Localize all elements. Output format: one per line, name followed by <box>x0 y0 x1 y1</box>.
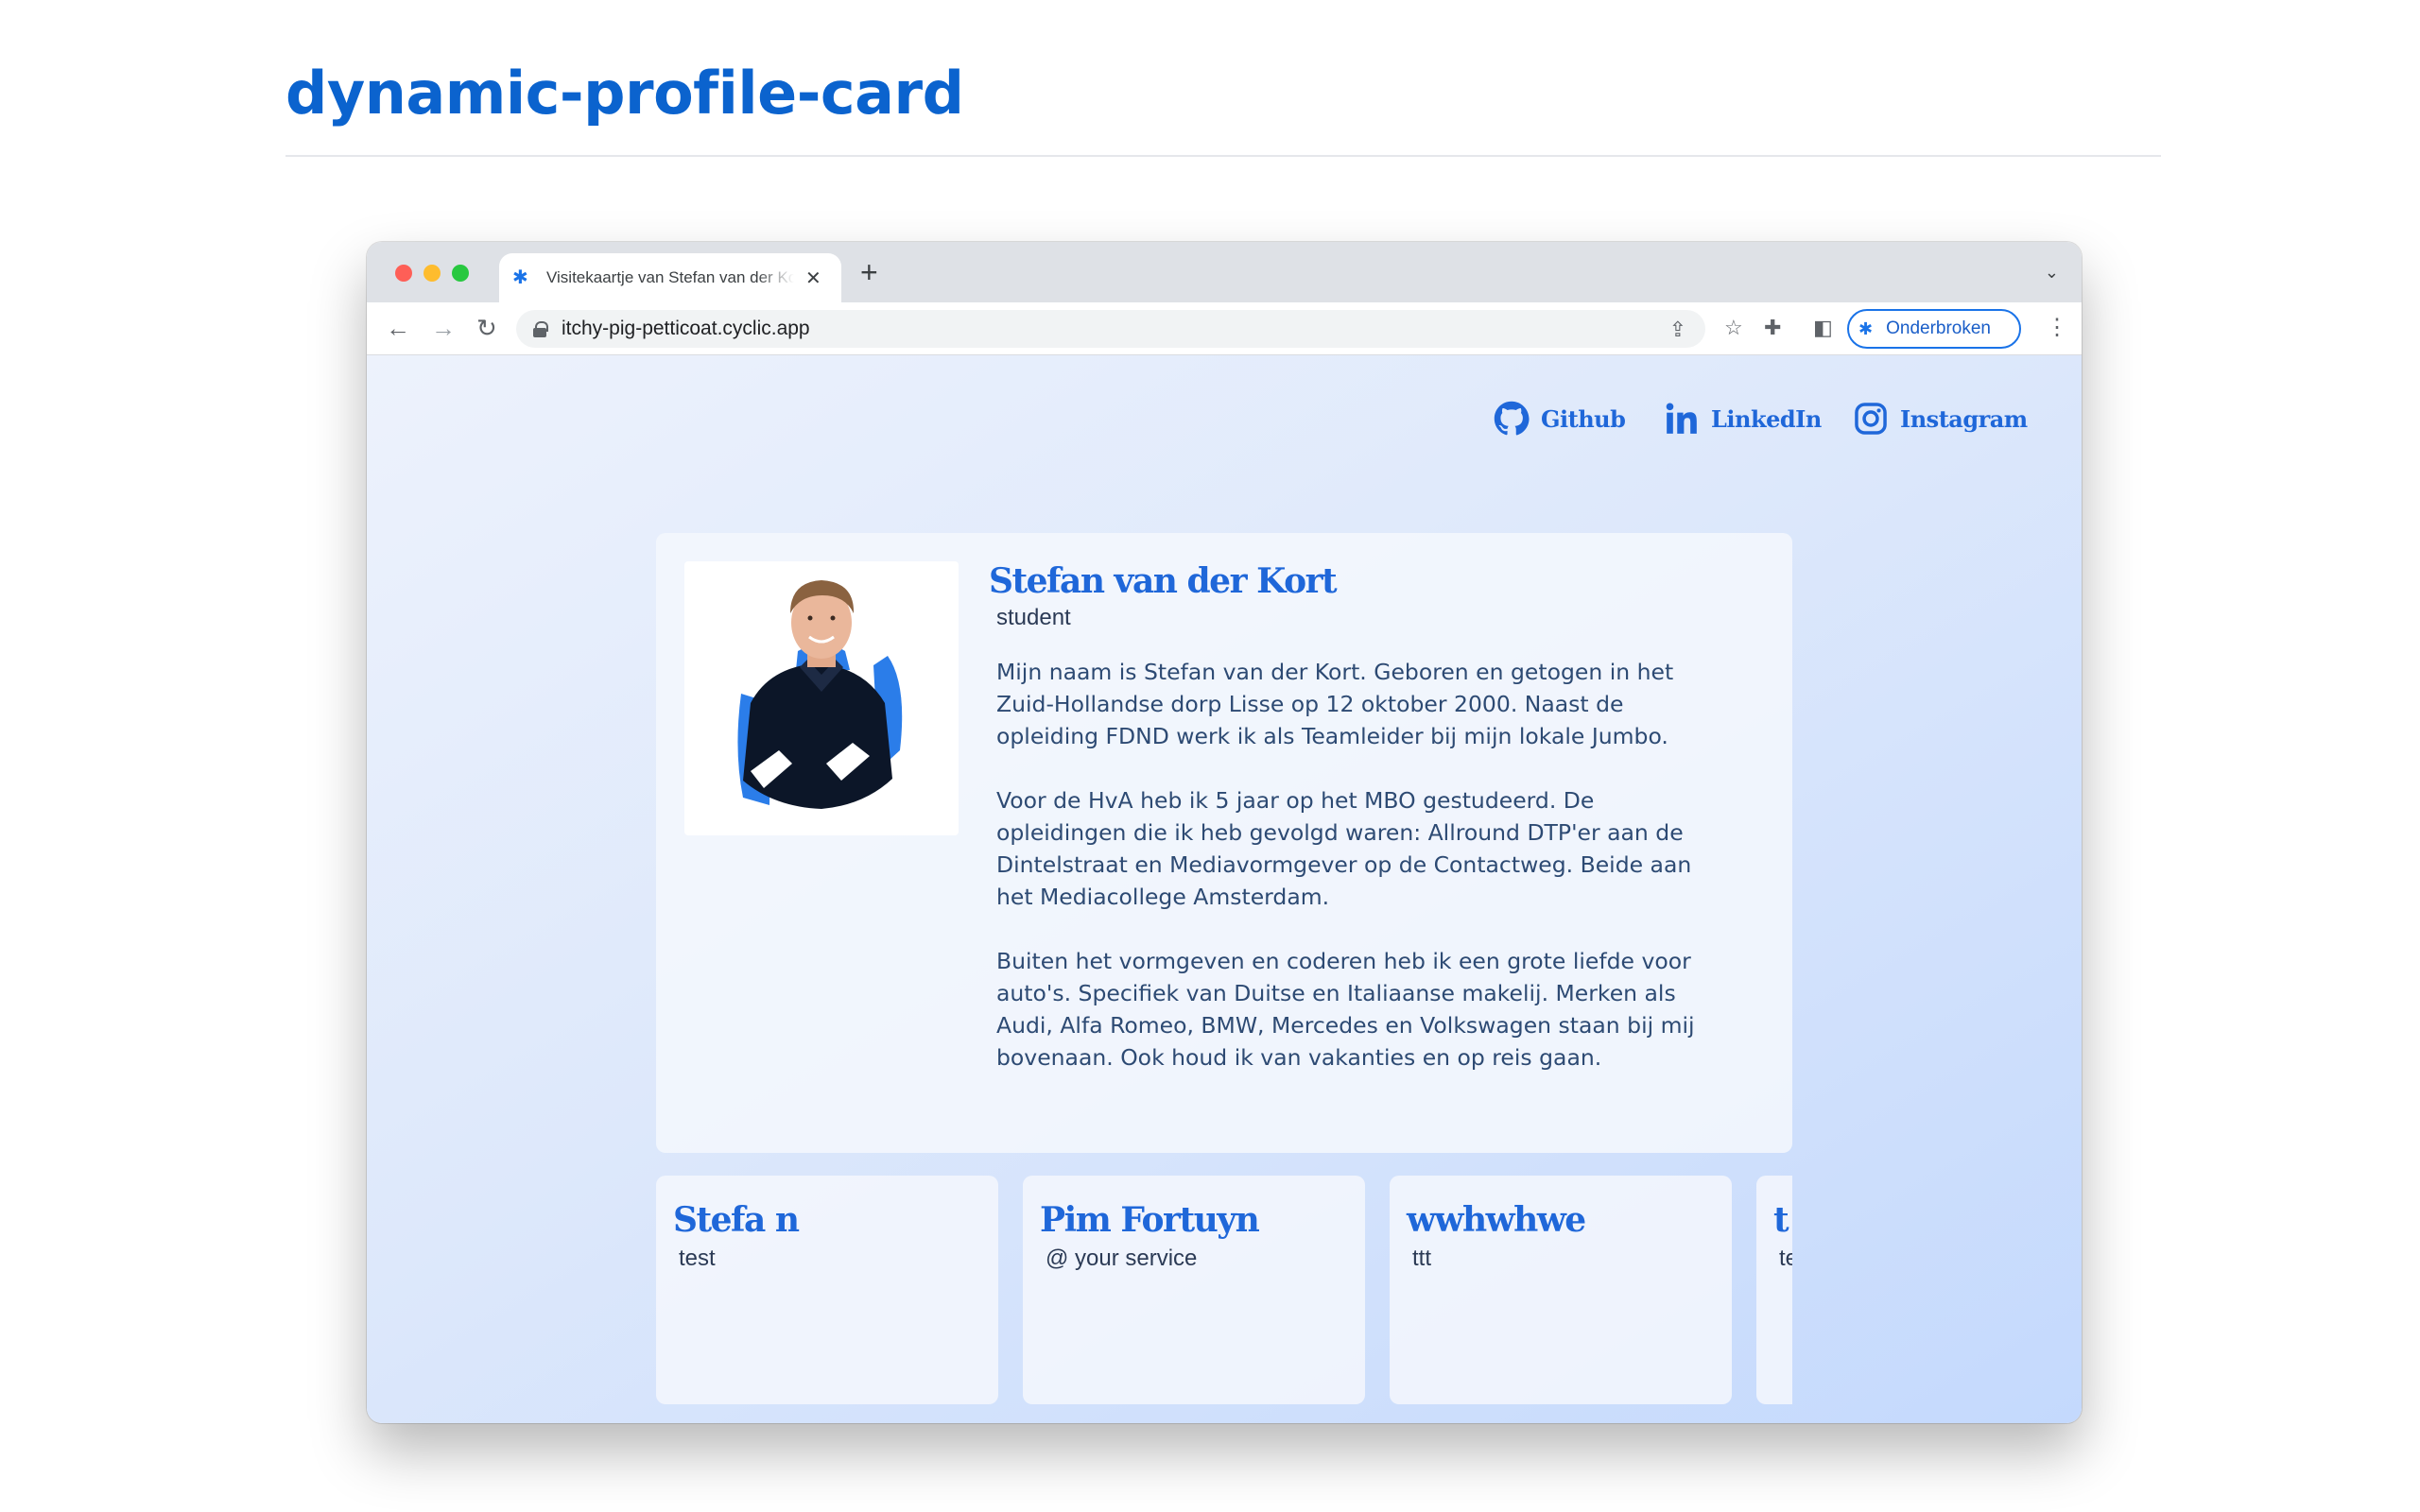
card-role: ttt <box>1412 1246 1432 1271</box>
back-arrow-icon[interactable]: ← <box>386 314 410 342</box>
profile-card-item[interactable]: Pim Fortuyn @ your service <box>1023 1176 1365 1404</box>
card-role: test <box>679 1246 716 1271</box>
bookmark-star-icon[interactable]: ☆ <box>1724 316 1743 340</box>
profile-status-label: Onderbroken <box>1886 318 1991 338</box>
kebab-menu-icon[interactable]: ⋮ <box>2046 314 2068 341</box>
url-text[interactable]: itchy-pig-petticoat.cyclic.app <box>562 318 810 340</box>
instagram-link[interactable]: Instagram <box>1853 401 2028 437</box>
bio-paragraph: Voor de HvA heb ik 5 jaar op het MBO ges… <box>996 787 1692 910</box>
tab-strip: ✱ Visitekaartje van Stefan van der Kort … <box>367 242 2082 302</box>
reload-icon[interactable]: ↻ <box>476 314 497 342</box>
page-header: dynamic-profile-card <box>285 59 2161 157</box>
profile-cards-row: Stefa n test Pim Fortuyn @ your service … <box>656 1176 1792 1423</box>
linkedin-label: LinkedIn <box>1711 404 1822 433</box>
profile-card: Stefan van der Kort student Mijn naam is… <box>656 533 1792 1153</box>
github-link[interactable]: Github <box>1494 401 1626 437</box>
page-title: dynamic-profile-card <box>285 59 964 128</box>
profile-card-item[interactable]: Stefa n test <box>656 1176 998 1404</box>
profile-button[interactable]: ✱ Onderbroken <box>1847 309 2021 349</box>
close-tab-icon[interactable]: ✕ <box>805 266 821 290</box>
close-window-button[interactable] <box>395 265 412 282</box>
extensions-puzzle-icon[interactable]: ✚ <box>1764 316 1781 340</box>
profile-avatar-icon: ✱ <box>1858 318 1874 338</box>
bio-paragraph: Mijn naam is Stefan van der Kort. Gebore… <box>996 659 1674 749</box>
bio-paragraph: Buiten het vormgeven en coderen heb ik e… <box>996 948 1695 1071</box>
profile-name: Stefan van der Kort <box>989 561 1338 601</box>
address-bar[interactable]: itchy-pig-petticoat.cyclic.app ⇪ <box>516 310 1705 348</box>
forward-arrow-icon[interactable]: → <box>431 314 456 342</box>
card-role: @ your service <box>1046 1246 1198 1271</box>
tab-title: Visitekaartje van Stefan van der Kort <box>546 268 794 286</box>
maximize-window-button[interactable] <box>452 265 469 282</box>
browser-toolbar: ← → ↻ itchy-pig-petticoat.cyclic.app ⇪ ☆… <box>367 302 2082 355</box>
profile-bio: Mijn naam is Stefan van der Kort. Gebore… <box>996 656 1696 1106</box>
github-label: Github <box>1541 404 1626 433</box>
profile-photo <box>684 561 959 835</box>
browser-window: ✱ Visitekaartje van Stefan van der Kort … <box>367 242 2082 1423</box>
profile-card-item[interactable]: wwhwhwe ttt <box>1390 1176 1732 1404</box>
linkedin-icon <box>1666 403 1697 434</box>
linkedin-link[interactable]: LinkedIn <box>1664 401 1822 437</box>
favicon-icon: ✱ <box>512 267 528 288</box>
card-name: wwhwhwe <box>1407 1200 1586 1240</box>
lock-icon[interactable] <box>533 321 548 337</box>
minimize-window-button[interactable] <box>424 265 441 282</box>
profile-card-item[interactable]: t te <box>1756 1176 1792 1404</box>
profile-role: student <box>996 605 1071 630</box>
card-name: Pim Fortuyn <box>1040 1200 1260 1240</box>
new-tab-button[interactable]: + <box>860 257 878 287</box>
profile-portrait-image <box>737 580 903 809</box>
side-panel-icon[interactable]: ◧ <box>1813 316 1833 340</box>
github-icon <box>1494 401 1530 436</box>
card-name: Stefa n <box>673 1200 800 1240</box>
card-name: t <box>1773 1200 1789 1240</box>
tab-search-chevron-icon[interactable]: ⌄ <box>2045 263 2059 283</box>
share-icon[interactable]: ⇪ <box>1669 318 1686 342</box>
instagram-icon <box>1855 403 1887 435</box>
card-role: te <box>1779 1246 1792 1271</box>
browser-tab[interactable]: ✱ Visitekaartje van Stefan van der Kort … <box>499 253 841 302</box>
instagram-label: Instagram <box>1900 404 2028 433</box>
page-viewport: Github LinkedIn Instagram Stefan van der… <box>367 355 2082 1423</box>
